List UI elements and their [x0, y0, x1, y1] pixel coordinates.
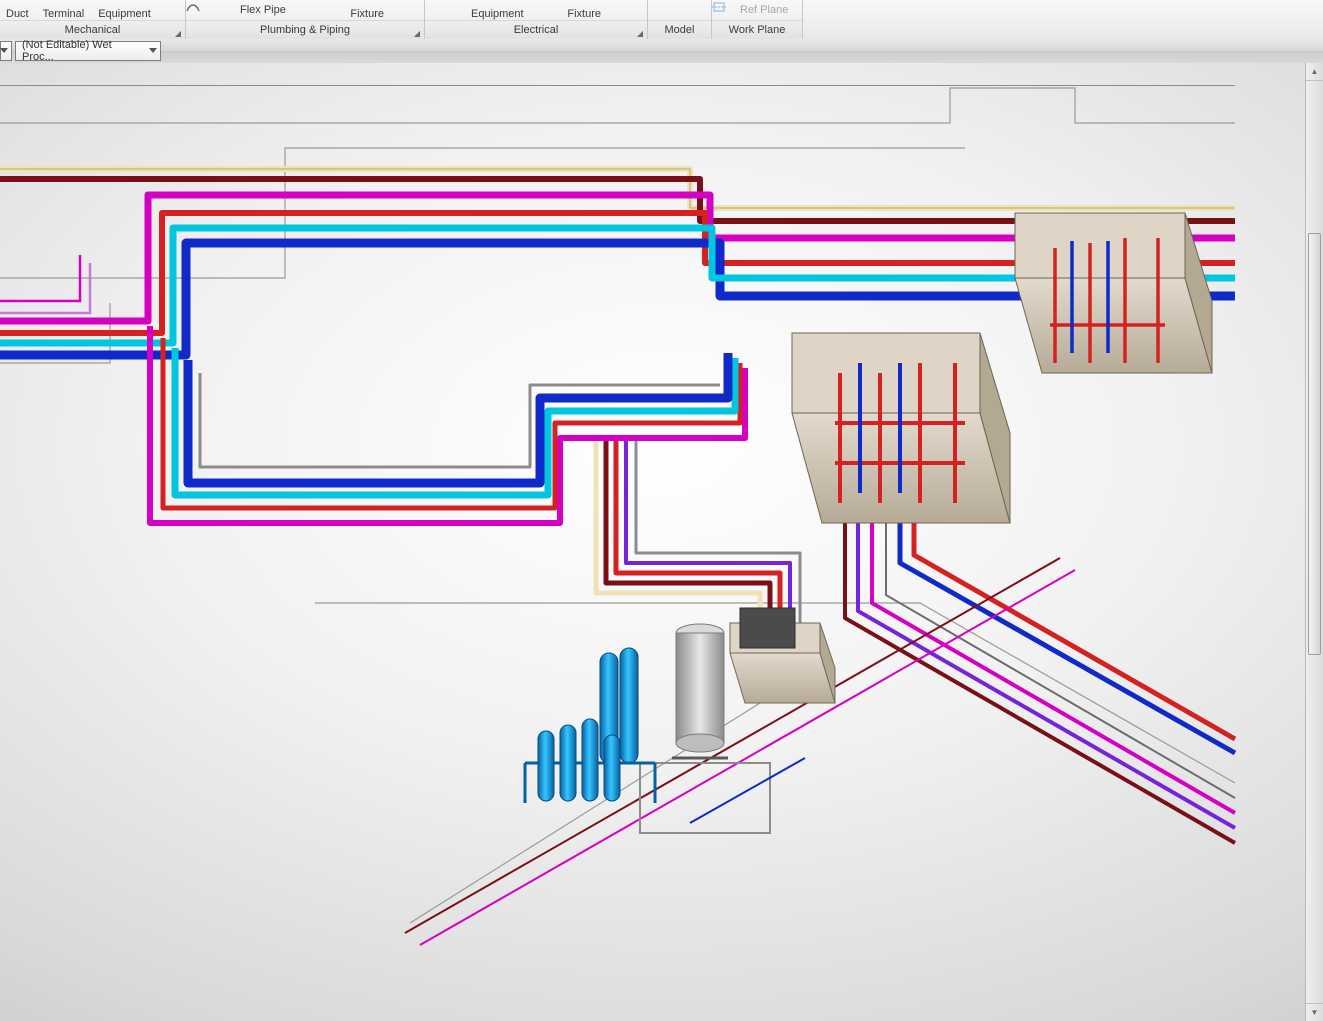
ref-plane-label: Ref Plane	[740, 4, 788, 16]
panel-plumbing-title: Plumbing & Piping	[260, 24, 350, 36]
panel-plumbing: Flex Pipe Fixture Plumbing & Piping◢	[186, 0, 425, 39]
mech-equipment-button[interactable]: Equipment	[98, 0, 151, 20]
scroll-down-icon[interactable]: ▼	[1306, 1003, 1323, 1021]
panel-mechanical-title: Mechanical	[65, 24, 121, 36]
flex-pipe-icon	[222, 3, 236, 17]
panel-workplane: Ref Plane Work Plane	[712, 0, 803, 39]
duct-button[interactable]: Duct	[6, 0, 29, 20]
panel-workplane-title: Work Plane	[729, 24, 786, 36]
air-terminal-button[interactable]: Terminal	[43, 0, 85, 20]
panel-mechanical: Duct Terminal Equipment Mechanical◢	[0, 0, 186, 39]
receiver-tank	[672, 624, 728, 758]
ribbon: Duct Terminal Equipment Mechanical◢ Flex…	[0, 0, 1323, 40]
chevron-down-icon	[149, 48, 157, 53]
lighting-fixture-button[interactable]: Fixture	[567, 0, 601, 20]
equipment-unit-2	[1015, 213, 1212, 373]
view-selector-label: (Not Editable) Wet Proc...	[22, 39, 144, 63]
cylinder-bank	[525, 648, 655, 803]
panel-electrical-title: Electrical	[514, 24, 559, 36]
equipment-small	[730, 608, 835, 703]
model-viewport[interactable]: ▲ ▼	[0, 63, 1323, 1021]
chevron-down-icon	[0, 48, 8, 53]
scroll-up-icon[interactable]: ▲	[1306, 63, 1323, 81]
ref-plane-button[interactable]: Ref Plane	[722, 3, 788, 17]
plumbing-fixture-button[interactable]: Fixture	[350, 0, 384, 20]
scrollbar-thumb[interactable]	[1308, 233, 1321, 655]
flex-pipe-label: Flex Pipe	[240, 4, 286, 16]
vertical-scrollbar[interactable]: ▲ ▼	[1305, 63, 1323, 1021]
panel-model-title: Model	[665, 24, 695, 36]
ref-plane-icon	[722, 3, 736, 17]
panel-model: Model	[648, 0, 712, 39]
elec-equipment-button[interactable]: Equipment	[471, 0, 524, 20]
pipe-model-drawing	[0, 63, 1306, 1021]
type-selector-small[interactable]	[0, 41, 12, 61]
flex-pipe-button[interactable]: Flex Pipe	[222, 3, 286, 17]
panel-electrical: Equipment Fixture Electrical◢	[425, 0, 648, 39]
equipment-unit-1	[792, 333, 1010, 523]
options-bar: (Not Editable) Wet Proc...	[0, 39, 1323, 64]
view-selector[interactable]: (Not Editable) Wet Proc...	[15, 41, 161, 61]
